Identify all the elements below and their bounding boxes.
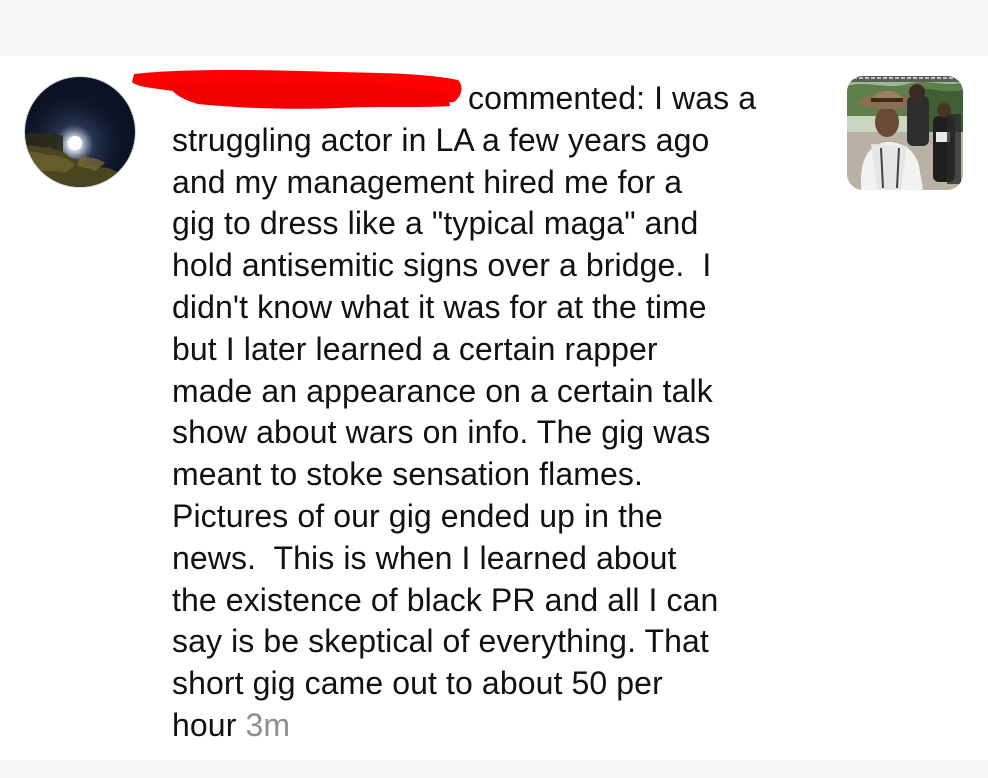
comment-line-16: hour [172, 706, 237, 743]
comment-line-10: meant to stoke sensation flames. [172, 456, 643, 493]
post-thumbnail-image [847, 76, 963, 190]
user-avatar[interactable] [24, 76, 136, 188]
comment-line-12: news. This is when I learned about [172, 539, 677, 576]
comment-line-11: Pictures of our gig ended up in the [172, 497, 663, 534]
comment-line-13: the existence of black PR and all I can [172, 581, 719, 618]
comment-line-2: struggling actor in LA a few years ago [172, 121, 710, 158]
bottom-bar [0, 760, 988, 778]
comment-line-8: made an appearance on a certain talk [172, 372, 713, 409]
comment-line-5: hold antisemitic signs over a bridge. I [172, 247, 712, 284]
comment-line-4: gig to dress like a "typical maga" and [172, 205, 699, 242]
comment-line-6: didn't know what it was for at the time [172, 288, 707, 325]
comment-text: commented: I was a struggling actor in L… [172, 78, 822, 747]
moon-sky-avatar-image [25, 77, 135, 187]
comment-line-14: say is be skeptical of everything. That [172, 623, 709, 660]
comment-line-9: show about wars on info. The gig was [172, 414, 711, 451]
post-thumbnail[interactable] [847, 76, 963, 190]
comment-timestamp: 3m [245, 706, 291, 743]
comment-line-1: commented: I was a [468, 80, 757, 116]
comment-line-3: and my management hired me for a [172, 163, 683, 200]
comment-line-7: but I later learned a certain rapper [172, 330, 658, 367]
top-bar [0, 0, 988, 56]
comment-line-15: short gig came out to about 50 per [172, 665, 663, 702]
comment-last-line: hour 3m [172, 705, 822, 747]
